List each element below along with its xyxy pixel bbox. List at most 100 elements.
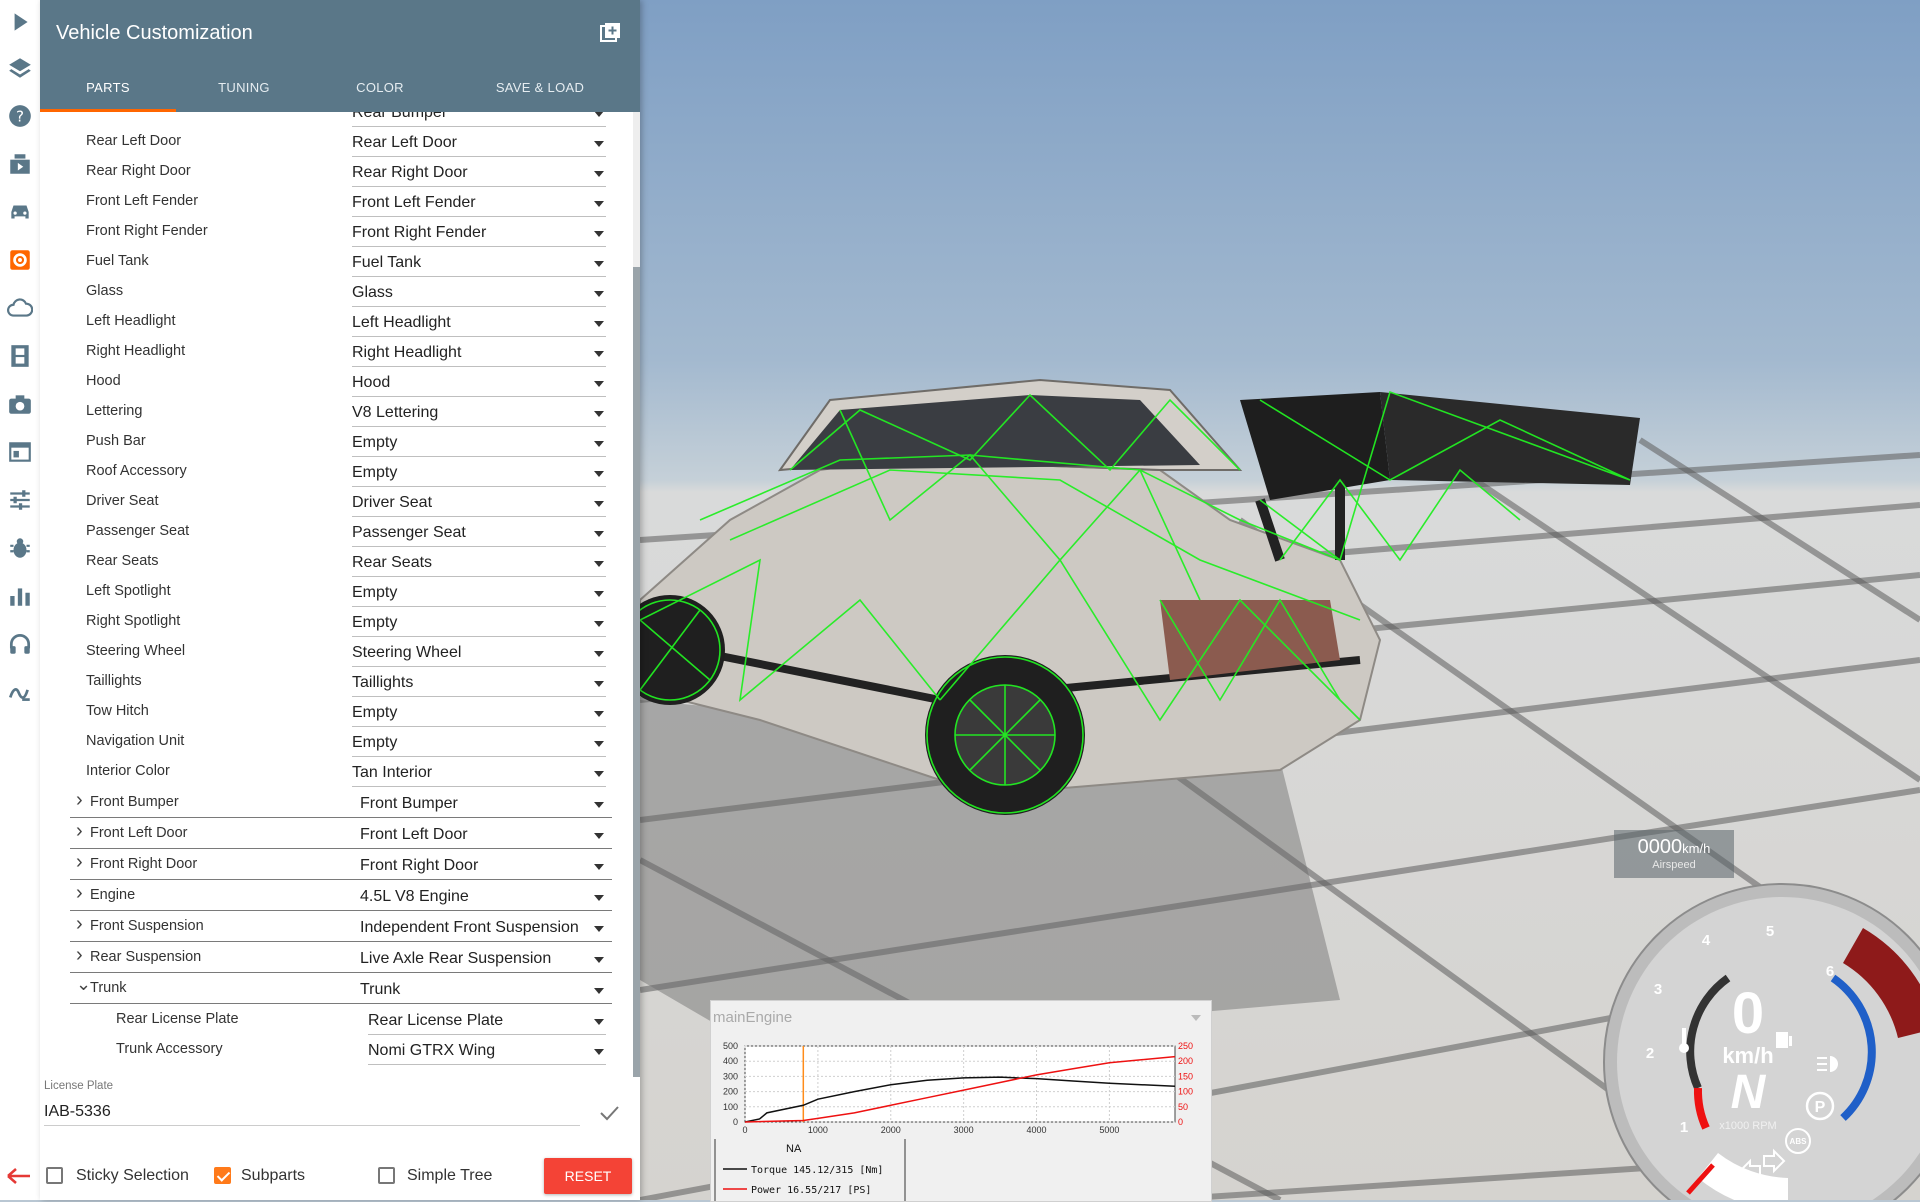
part-select-value: Steering Wheel <box>352 644 462 661</box>
part-select[interactable]: Taillights <box>352 672 606 697</box>
part-group-row: ⌄ Trunk Trunk <box>70 973 612 1004</box>
chevron-down-icon <box>594 1049 604 1055</box>
help-icon[interactable]: ? <box>4 100 36 132</box>
part-select[interactable]: Independent Front Suspension <box>360 917 606 941</box>
simple-tree-checkbox[interactable] <box>378 1167 395 1184</box>
part-select-value: Trunk <box>360 981 401 998</box>
part-select[interactable]: Rear Seats <box>352 552 606 577</box>
rpm-tick-4: 4 <box>1702 932 1711 949</box>
airspeed-value: 0000 <box>1637 836 1683 858</box>
headphones-icon[interactable] <box>4 628 36 660</box>
part-select[interactable]: Trunk <box>360 979 606 1003</box>
scrollbar-thumb[interactable] <box>633 267 640 1077</box>
part-label: Passenger Seat <box>86 523 190 539</box>
part-select-value: Empty <box>352 614 398 631</box>
part-select[interactable]: V8 Lettering <box>352 402 606 427</box>
part-label: Front Left Door <box>90 825 188 841</box>
part-select[interactable]: Empty <box>352 732 606 757</box>
part-select[interactable]: Left Headlight <box>352 312 606 337</box>
add-window-icon[interactable] <box>600 22 622 44</box>
window-icon[interactable] <box>4 436 36 468</box>
part-select[interactable]: Empty <box>352 702 606 727</box>
subparts-checkbox[interactable] <box>214 1167 231 1184</box>
license-plate-input[interactable]: IAB-5336 <box>44 1099 580 1126</box>
parking-brake-label: P <box>1815 1099 1826 1116</box>
part-select[interactable]: Right Headlight <box>352 342 606 367</box>
part-row: Rear Right Door Rear Right Door <box>40 156 632 187</box>
tab-tuning[interactable]: TUNING <box>176 68 312 112</box>
y-right-tick-label: 250 <box>1178 1041 1193 1051</box>
bar-chart-icon[interactable] <box>4 580 36 612</box>
part-select[interactable]: Rear Bumper <box>352 112 606 127</box>
chevron-right-icon[interactable]: › <box>76 882 90 904</box>
x-tick-label: 0 <box>742 1125 747 1135</box>
chevron-right-icon[interactable]: › <box>76 820 90 842</box>
part-select[interactable]: Nomi GTRX Wing <box>368 1040 606 1065</box>
part-row: Push Bar Empty <box>40 426 632 457</box>
x-tick-label: 5000 <box>1099 1125 1119 1135</box>
checkmark-icon[interactable] <box>598 1102 620 1124</box>
part-row: Tow Hitch Empty <box>40 696 632 727</box>
part-select[interactable]: Tan Interior <box>352 762 606 787</box>
cloud-icon[interactable] <box>4 292 36 324</box>
gear-icon[interactable] <box>4 244 36 276</box>
parts-list[interactable]: Rear Bumper Rear Left Door Rear Left Door… <box>40 112 640 1077</box>
bug-icon[interactable] <box>4 532 36 564</box>
part-label: Lettering <box>86 403 143 419</box>
camera-icon[interactable] <box>4 388 36 420</box>
part-select[interactable]: Front Right Fender <box>352 222 606 247</box>
exit-arrow-icon[interactable] <box>4 1164 32 1188</box>
part-select[interactable]: Empty <box>352 612 606 637</box>
chevron-down-icon <box>594 291 604 297</box>
part-row: Right Spotlight Empty <box>40 606 632 637</box>
part-select-value: Front Right Fender <box>352 224 487 241</box>
y-left-tick-label: 200 <box>723 1087 738 1097</box>
y-left-tick-label: 0 <box>733 1117 738 1127</box>
part-select[interactable]: Rear Left Door <box>352 132 606 157</box>
tab-parts[interactable]: PARTS <box>40 68 176 112</box>
clapper-icon[interactable] <box>4 148 36 180</box>
sticky-selection-checkbox[interactable] <box>46 1167 63 1184</box>
scrollbar[interactable] <box>633 112 640 1077</box>
part-row: Fuel Tank Fuel Tank <box>40 246 632 277</box>
part-select[interactable]: Front Left Door <box>360 824 606 848</box>
sliders-icon[interactable] <box>4 484 36 516</box>
part-select[interactable]: Passenger Seat <box>352 522 606 547</box>
part-select[interactable]: Driver Seat <box>352 492 606 517</box>
tab-save-load[interactable]: SAVE & LOAD <box>460 68 620 112</box>
part-select[interactable]: Rear Right Door <box>352 162 606 187</box>
chevron-right-icon[interactable]: › <box>76 789 90 811</box>
vehicle-customization-panel: Vehicle Customization PARTS TUNING COLOR… <box>7 0 640 1200</box>
chevron-down-icon[interactable]: ⌄ <box>76 974 91 994</box>
part-row: Left Spotlight Empty <box>40 576 632 607</box>
play-icon[interactable] <box>4 6 36 38</box>
part-select[interactable]: Front Left Fender <box>352 192 606 217</box>
part-select[interactable]: Steering Wheel <box>352 642 606 667</box>
part-select[interactable]: Empty <box>352 432 606 457</box>
left-toolbar: ? <box>0 0 41 1200</box>
part-label: Taillights <box>86 673 142 689</box>
part-select[interactable]: 4.5L V8 Engine <box>360 886 606 910</box>
chevron-down-icon <box>594 741 604 747</box>
part-select[interactable]: Glass <box>352 282 606 307</box>
chevron-right-icon[interactable]: › <box>76 851 90 873</box>
tab-color[interactable]: COLOR <box>312 68 448 112</box>
part-select[interactable]: Rear License Plate <box>368 1010 606 1035</box>
part-select[interactable]: Live Axle Rear Suspension <box>360 948 606 972</box>
chevron-right-icon[interactable]: › <box>76 913 90 935</box>
part-select[interactable]: Empty <box>352 582 606 607</box>
part-select[interactable]: Hood <box>352 372 606 397</box>
film-icon[interactable] <box>4 340 36 372</box>
engine-curve-chart: 0 1000 2000 3000 4000 5000 0 100 200 300 400 500 0… <box>714 1041 1193 1201</box>
car-icon[interactable] <box>4 196 36 228</box>
part-select[interactable]: Empty <box>352 462 606 487</box>
part-label: Trunk Accessory <box>116 1041 223 1057</box>
part-select[interactable]: Front Bumper <box>360 793 606 817</box>
license-plate-label: License Plate <box>44 1080 114 1092</box>
part-select[interactable]: Fuel Tank <box>352 252 606 277</box>
chevron-right-icon[interactable]: › <box>76 944 90 966</box>
wave-icon[interactable] <box>4 676 36 708</box>
part-select[interactable]: Front Right Door <box>360 855 606 879</box>
layers-icon[interactable] <box>4 52 36 84</box>
reset-button[interactable]: RESET <box>544 1158 632 1194</box>
